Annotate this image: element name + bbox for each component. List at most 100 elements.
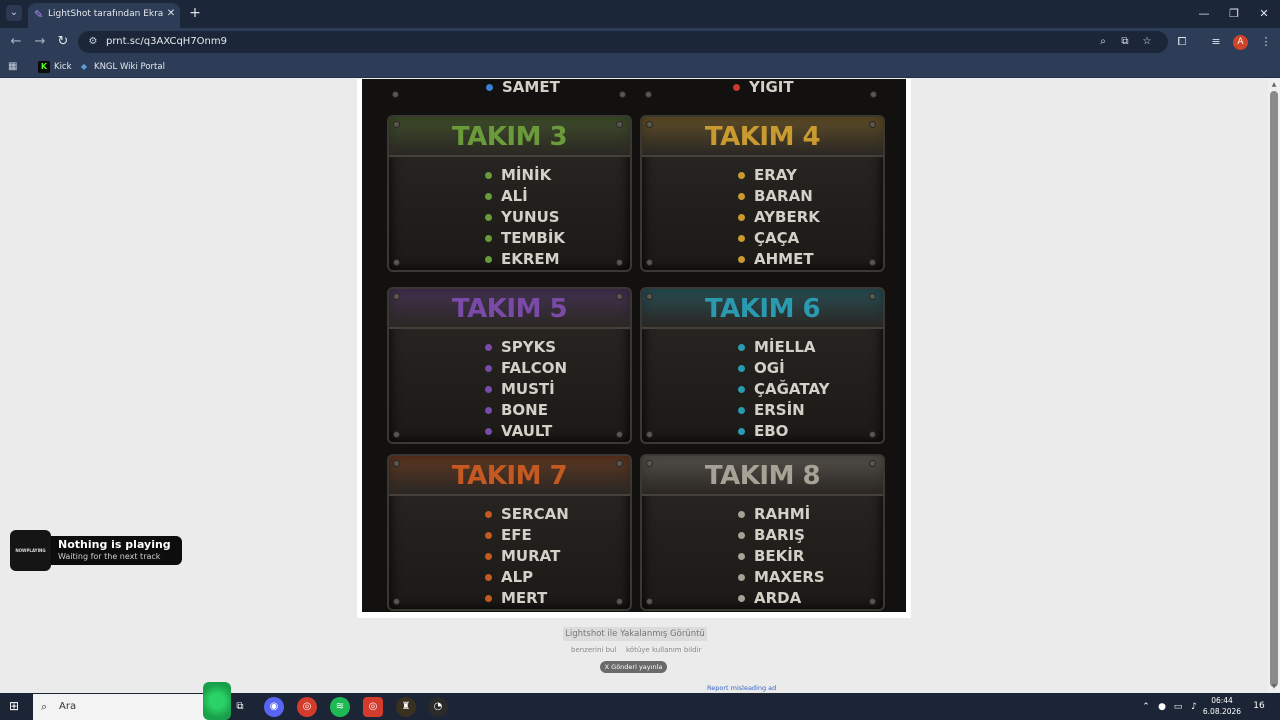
clock-time[interactable]: 06:44	[1202, 696, 1242, 706]
player-name: AYBERK	[754, 208, 820, 226]
task-view-icon[interactable]: ⧉	[230, 697, 250, 717]
player-name: BONE	[501, 401, 548, 419]
scroll-up-icon[interactable]: ▲	[1270, 81, 1278, 89]
spotify-icon[interactable]: ≋	[330, 697, 350, 717]
bookmark-kick[interactable]: K Kick	[38, 59, 78, 75]
list-item: ARDA	[738, 588, 878, 608]
team-dot	[738, 235, 745, 242]
rivet	[645, 91, 652, 98]
clock-date[interactable]: 6.08.2026	[1202, 707, 1242, 717]
new-tab-button[interactable]: +	[188, 5, 202, 21]
rivet	[646, 293, 653, 300]
browser-tab[interactable]: ✎ LightShot tarafından Ekran Görü ✕	[28, 3, 180, 28]
discord-icon[interactable]: ◉	[264, 697, 284, 717]
tab-search-button[interactable]: ⌄	[6, 5, 22, 21]
team-dot	[738, 428, 745, 435]
list-item: FALCON	[485, 358, 625, 378]
list-item: SPYKS	[485, 337, 625, 357]
player-name: EFE	[501, 526, 532, 544]
team-dot	[738, 553, 745, 560]
share-post-button[interactable]: X Gönderi yayınla	[600, 661, 667, 673]
reload-icon[interactable]: ↻	[55, 34, 71, 50]
player-name: MİELLA	[754, 338, 816, 356]
profile-avatar[interactable]: A	[1233, 35, 1248, 50]
rivet	[646, 121, 653, 128]
list-item: AYBERK	[738, 207, 878, 227]
taskbar-search[interactable]: ⌕ Ara	[33, 682, 231, 720]
list-item: VAULT	[485, 421, 625, 441]
url-text[interactable]: prnt.sc/q3AXCqH7Onm9	[106, 35, 406, 49]
app-icon[interactable]: ◔	[428, 697, 448, 717]
player-name: FALCON	[501, 359, 568, 377]
kick-icon: K	[38, 61, 50, 73]
extensions-icon[interactable]: ⧠	[1174, 34, 1190, 50]
team-plate: TAKIM 7 SERCAN EFE MURAT ALP MERT	[387, 454, 632, 611]
report-abuse-link[interactable]: kötüye kullanım bildir	[626, 644, 701, 656]
player-name: YUNUS	[501, 208, 560, 226]
bookmark-star-icon[interactable]: ☆	[1140, 35, 1154, 49]
now-playing-subtitle: Waiting for the next track	[58, 552, 161, 561]
list-item: BEKİR	[738, 546, 878, 566]
list-item: MİNİK	[485, 165, 625, 185]
team-dot	[485, 344, 492, 351]
team-title: TAKIM 7	[451, 461, 568, 491]
player-name: MAXERS	[754, 568, 825, 586]
list-item: BARIŞ	[738, 525, 878, 545]
scrollbar-thumb[interactable]	[1270, 91, 1278, 687]
windows-taskbar: ⊞ ⌕ Ara ⧉ ◉ ◎ ≋ ◎ ♜ ◔ ⌃ ● ▭ ♪ 06:44 6.08…	[0, 682, 1280, 720]
team-dot	[485, 193, 492, 200]
apps-grid-icon[interactable]: ▦	[8, 60, 22, 74]
chrome-active-icon[interactable]: ◎	[363, 697, 383, 717]
site-info-icon[interactable]: ⚙	[86, 35, 100, 49]
reading-list-icon[interactable]: ≡	[1208, 34, 1224, 50]
list-item: MİELLA	[738, 337, 878, 357]
team-title: TAKIM 4	[704, 122, 821, 152]
page-content: SAMET YIGIT TAKIM 3 MİNİK ALİ YUNUS TEMBİK EK…	[0, 79, 1268, 693]
minimize-button[interactable]: —	[1194, 6, 1214, 22]
list-item: MUSTİ	[485, 379, 625, 399]
zoom-icon[interactable]: ⌕	[1096, 35, 1110, 49]
now-playing-widget: NOWPLAYING Nothing is playing Waiting fo…	[10, 530, 182, 571]
windows-start-icon[interactable]: ⊞	[9, 699, 23, 713]
team-dot	[738, 386, 745, 393]
address-bar[interactable]: ⚙ prnt.sc/q3AXCqH7Onm9 ⌕ ⧉ ☆	[78, 31, 1168, 53]
team-dot	[485, 235, 492, 242]
close-window-button[interactable]: ✕	[1254, 6, 1274, 22]
tab-close-button[interactable]: ✕	[165, 8, 177, 22]
player-name: MİNİK	[501, 166, 552, 184]
microphone-icon[interactable]: ●	[1156, 700, 1168, 714]
find-similar-link[interactable]: benzerini bul	[571, 644, 616, 656]
rivet	[393, 431, 400, 438]
game-launcher-icon[interactable]: ♜	[396, 697, 416, 717]
rivet	[869, 121, 876, 128]
menu-dots-icon[interactable]: ⋮	[1258, 34, 1274, 50]
rivet	[870, 91, 877, 98]
search-placeholder: Ara	[59, 701, 77, 712]
page-scrollbar[interactable]: ▲ ▼	[1268, 79, 1280, 693]
network-icon[interactable]: ▭	[1172, 700, 1184, 714]
rivet	[869, 431, 876, 438]
capture-label: Lightshot ile Yakalanmış Görüntü	[563, 627, 707, 641]
report-ad-link[interactable]: Report misleading ad	[707, 683, 776, 693]
restore-button[interactable]: ❐	[1224, 6, 1244, 22]
rivet	[619, 91, 626, 98]
tray-overflow-icon[interactable]: ⌃	[1140, 700, 1152, 714]
team-dot	[485, 428, 492, 435]
player-name: ERAY	[754, 166, 797, 184]
chrome-icon[interactable]: ◎	[297, 697, 317, 717]
team-dot	[486, 84, 493, 91]
bookmark-kngl-wiki[interactable]: ◆ KNGL Wiki Portal	[78, 59, 178, 75]
wiki-icon: ◆	[80, 62, 88, 71]
forward-arrow-icon[interactable]: →	[32, 34, 48, 50]
team-title: TAKIM 8	[704, 461, 821, 491]
install-app-icon[interactable]: ⧉	[1118, 35, 1132, 49]
list-item: ALP	[485, 567, 625, 587]
back-arrow-icon[interactable]: ←	[8, 34, 24, 50]
scroll-down-icon[interactable]: ▼	[1270, 683, 1278, 691]
volume-icon[interactable]: ♪	[1188, 700, 1200, 714]
screenshot-frame: SAMET YIGIT TAKIM 3 MİNİK ALİ YUNUS TEMBİK EK…	[357, 79, 911, 618]
list-item: YIGIT	[733, 79, 873, 97]
notification-icon[interactable]: 16	[1252, 699, 1266, 713]
team-dot	[738, 595, 745, 602]
list-item: ERAY	[738, 165, 878, 185]
